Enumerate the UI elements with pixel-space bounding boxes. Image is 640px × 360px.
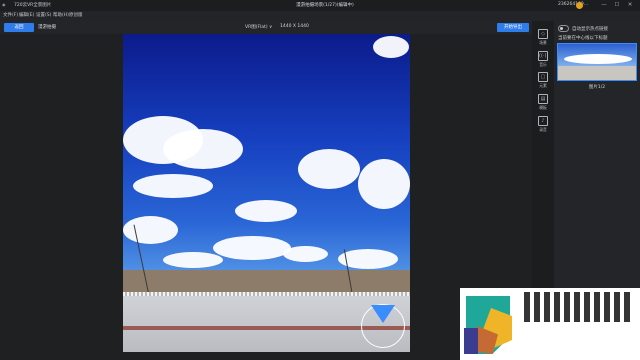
view-direction-icon bbox=[371, 305, 395, 323]
menu-file[interactable]: 文件(F) bbox=[3, 12, 18, 18]
cloud bbox=[133, 174, 213, 198]
resolution-readout: 1440 X 1440 bbox=[280, 24, 309, 29]
close-button[interactable]: ✕ bbox=[626, 1, 634, 9]
cloud bbox=[163, 252, 223, 268]
watermark-logo bbox=[460, 288, 640, 360]
account-id[interactable]: 236264109... bbox=[558, 2, 588, 7]
tool-label: 音乐 bbox=[539, 62, 547, 67]
book-icon: ▤ bbox=[538, 94, 548, 104]
logo-navy-shape bbox=[464, 328, 478, 354]
auto-hotspot-label: 自动显示热点链接 bbox=[572, 27, 608, 32]
panel-hint: 当前要在中心线以下标题 bbox=[558, 36, 608, 41]
menu-help[interactable]: 帮助(H) bbox=[53, 12, 69, 18]
cloud bbox=[298, 149, 360, 189]
export-button[interactable]: 开始导出 bbox=[497, 23, 529, 32]
tool-audio[interactable]: ((·)) 音乐 bbox=[534, 51, 552, 71]
cube-icon: ◇ bbox=[538, 29, 548, 39]
menu-edition[interactable]: 原创版 bbox=[69, 12, 83, 18]
menu-edit[interactable]: 编辑(E) bbox=[19, 12, 34, 18]
cloud bbox=[358, 159, 410, 209]
app-name: 720云VR全景图片 bbox=[14, 3, 52, 8]
tool-record[interactable]: ♪ 录音 bbox=[534, 116, 552, 136]
logo-wordmark bbox=[524, 292, 634, 322]
cloud bbox=[283, 246, 328, 262]
panorama-preview[interactable] bbox=[123, 34, 410, 352]
toggle-knob bbox=[560, 27, 563, 30]
app-logo-icon: ◉ bbox=[2, 2, 6, 7]
menu-bar: 文件(F) 编辑(E) 设置(S) 帮助(H) 原创版 bbox=[0, 11, 640, 21]
scene-thumbnail[interactable] bbox=[557, 43, 637, 81]
tool-label: 元素 bbox=[539, 83, 547, 88]
tool-element[interactable]: ▢ 元素 bbox=[534, 72, 552, 92]
view-mode-select[interactable]: VR图(Flat) ∨ bbox=[245, 24, 272, 30]
tool-template[interactable]: ▤ 模板 bbox=[534, 94, 552, 114]
auto-hotspot-toggle[interactable] bbox=[558, 25, 569, 32]
thumb-cloud bbox=[564, 54, 632, 64]
maximize-button[interactable]: ☐ bbox=[613, 1, 621, 9]
thumb-ground bbox=[558, 65, 636, 80]
cloud bbox=[235, 200, 297, 222]
cloud bbox=[373, 36, 409, 58]
tool-label: 场景 bbox=[539, 40, 547, 45]
menu-settings[interactable]: 设置(S) bbox=[36, 12, 51, 18]
tool-label: 模板 bbox=[539, 105, 547, 110]
document-title: 漫游拍摄场景(1/27)(编辑中) bbox=[296, 3, 354, 8]
account-badge-icon[interactable] bbox=[576, 2, 583, 9]
tool-scene[interactable]: ◇ 场景 bbox=[534, 29, 552, 49]
title-bar: ◉ 720云VR全景图片 漫游拍摄场景(1/27)(编辑中) 236264109… bbox=[0, 0, 640, 11]
audio-icon: ((·)) bbox=[538, 51, 549, 61]
back-button[interactable]: 返回 bbox=[4, 23, 34, 32]
cloud bbox=[213, 236, 291, 260]
cloud bbox=[163, 129, 243, 169]
compass-widget[interactable] bbox=[361, 304, 405, 348]
cloud bbox=[123, 216, 178, 244]
thumbnail-label: 图片1/2 bbox=[588, 85, 606, 90]
minimize-button[interactable]: — bbox=[600, 1, 608, 9]
layer-icon: ▢ bbox=[538, 72, 548, 82]
mic-icon: ♪ bbox=[538, 116, 548, 126]
tool-label: 录音 bbox=[539, 127, 547, 132]
scene-name: 漫游拍摄 bbox=[38, 25, 56, 30]
